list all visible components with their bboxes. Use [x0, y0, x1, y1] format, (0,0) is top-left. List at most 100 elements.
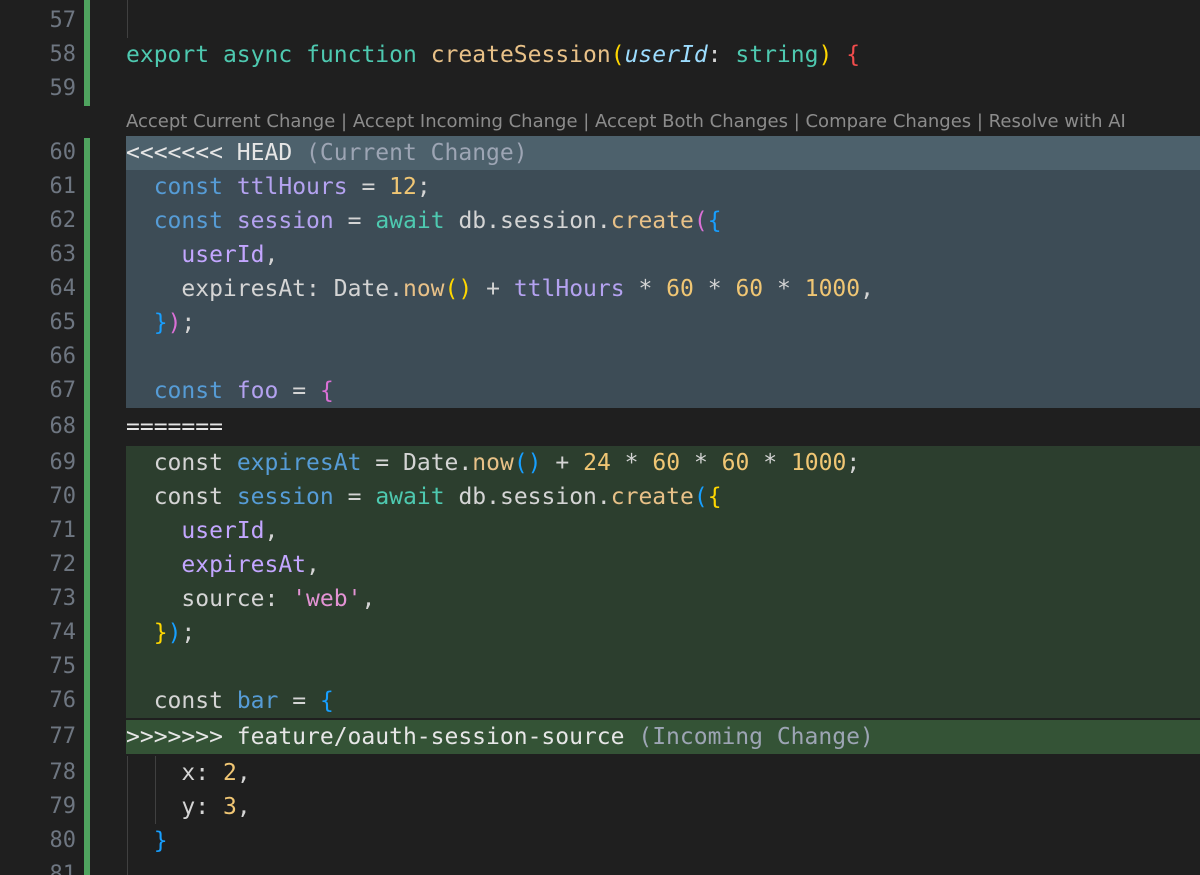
code-line[interactable]: 70 const session = await db.session.crea… [0, 480, 1200, 514]
code-text[interactable]: const foo = { [126, 374, 1200, 408]
code-text[interactable]: x: 2, [126, 756, 1200, 790]
code-text[interactable]: expiresAt: Date.now() + ttlHours * 60 * … [126, 272, 1200, 306]
line-number: 58 [49, 42, 77, 67]
code-text[interactable]: const ttlHours = 12; [126, 170, 1200, 204]
line-number: 75 [49, 654, 77, 679]
object-token: db.session. [458, 208, 611, 234]
line-number: 76 [49, 688, 77, 713]
operator-token: + [486, 276, 500, 302]
code-text[interactable]: const expiresAt = Date.now() + 24 * 60 *… [126, 446, 1200, 480]
number-token: 60 [652, 450, 681, 476]
code-line[interactable]: 78 x: 2, [0, 756, 1200, 790]
code-line[interactable]: 69 const expiresAt = Date.now() + 24 * 6… [0, 446, 1200, 480]
code-line[interactable]: 81 [0, 858, 1200, 875]
conflict-marker-token: >>>>>>> feature/oauth-session-source [126, 724, 625, 750]
punctuation-token: , [860, 276, 874, 302]
keyword-token: const [153, 378, 223, 404]
code-line[interactable]: 62 const session = await db.session.crea… [0, 204, 1200, 238]
punctuation-token: , [236, 760, 251, 786]
compare-changes-button[interactable]: Compare Changes [805, 111, 971, 132]
method-token: create [610, 208, 694, 234]
code-text[interactable]: >>>>>>> feature/oauth-session-source (In… [126, 720, 1200, 754]
paren-token: ) [167, 620, 182, 646]
keyword-token: const [153, 174, 223, 200]
line-number: 69 [49, 450, 77, 475]
number-token: 12 [389, 174, 417, 200]
codelens-separator: | [335, 111, 353, 132]
code-line[interactable]: 61 const ttlHours = 12; [0, 170, 1200, 204]
property-token: userId [181, 242, 265, 268]
code-line[interactable]: 71 userId, [0, 514, 1200, 548]
code-text[interactable]: <<<<<<< HEAD (Current Change) [126, 136, 1200, 170]
number-token: 3 [222, 794, 237, 820]
code-text[interactable]: userId, [126, 238, 1200, 272]
code-text[interactable]: }); [126, 616, 1200, 650]
brace-token: } [153, 620, 168, 646]
code-text[interactable]: source: 'web', [126, 582, 1200, 616]
punctuation-token: ; [181, 310, 196, 336]
code-text[interactable]: userId, [126, 514, 1200, 548]
string-token: 'web' [292, 586, 362, 612]
conflict-current-header-line[interactable]: 60 <<<<<<< HEAD (Current Change) [0, 136, 1200, 170]
code-text[interactable]: }); [126, 306, 1200, 340]
line-number: 60 [49, 140, 77, 165]
code-line[interactable]: 72 expiresAt, [0, 548, 1200, 582]
code-editor[interactable]: 57 58 export async function createSessio… [0, 0, 1200, 875]
punctuation-token: , [264, 518, 279, 544]
code-line[interactable]: 64 expiresAt: Date.now() + ttlHours * 60… [0, 272, 1200, 306]
code-line[interactable]: 58 export async function createSession(u… [0, 38, 1200, 72]
brace-token: } [153, 828, 168, 854]
code-line[interactable]: 65 }); [0, 306, 1200, 340]
indent-guide [127, 756, 128, 875]
line-number: 77 [49, 724, 77, 749]
punctuation-token: ; [416, 174, 431, 200]
code-line[interactable]: 59 [0, 72, 1200, 106]
current-change-label: (Current Change) [306, 140, 528, 166]
conflict-separator-line[interactable]: 68 ======= [0, 410, 1200, 444]
conflict-marker-token: <<<<<<< HEAD [126, 140, 293, 166]
operator-token: * [763, 450, 778, 476]
conflict-incoming-header-line[interactable]: 77 >>>>>>> feature/oauth-session-source … [0, 720, 1200, 754]
code-text[interactable]: const session = await db.session.create(… [126, 204, 1200, 238]
resolve-with-ai-button[interactable]: Resolve with AI [989, 111, 1126, 132]
code-line[interactable]: 76 const bar = { [0, 684, 1200, 718]
line-number: 79 [49, 794, 77, 819]
code-line[interactable]: 73 source: 'web', [0, 582, 1200, 616]
code-line[interactable]: 79 y: 3, [0, 790, 1200, 824]
number-token: 24 [583, 450, 611, 476]
code-line[interactable]: 74 }); [0, 616, 1200, 650]
code-text[interactable]: } [126, 824, 1200, 858]
punctuation-token: : [707, 42, 722, 68]
code-line[interactable]: 80 } [0, 824, 1200, 858]
variable-token: session [236, 484, 334, 510]
code-text[interactable]: const session = await db.session.create(… [126, 480, 1200, 514]
accept-current-change-button[interactable]: Accept Current Change [126, 111, 335, 132]
type-token: string [735, 42, 819, 68]
code-text[interactable]: const bar = { [126, 684, 1200, 718]
code-text[interactable]: export async function createSession(user… [126, 38, 1200, 72]
line-number: 81 [49, 862, 77, 875]
brace-token: } [153, 310, 168, 336]
code-line[interactable]: 67 const foo = { [0, 374, 1200, 408]
accept-incoming-change-button[interactable]: Accept Incoming Change [353, 111, 578, 132]
brace-token: { [707, 208, 722, 234]
accept-both-changes-button[interactable]: Accept Both Changes [595, 111, 788, 132]
code-line[interactable]: 66 [0, 340, 1200, 374]
code-text[interactable]: y: 3, [126, 790, 1200, 824]
property-key-token: source: [181, 586, 279, 612]
variable-token: ttlHours [236, 174, 348, 200]
brace-token: { [319, 378, 334, 404]
operator-token: = [361, 174, 376, 200]
punctuation-token: ; [181, 620, 196, 646]
code-text[interactable]: ======= [126, 410, 1200, 444]
operator-token: + [555, 450, 570, 476]
code-line[interactable]: 57 [0, 4, 1200, 38]
operator-token: * [777, 276, 791, 302]
line-number: 57 [49, 8, 77, 33]
code-line[interactable]: 63 userId, [0, 238, 1200, 272]
variable-token: bar [236, 688, 279, 714]
number-token: 2 [222, 760, 237, 786]
code-line[interactable]: 75 [0, 650, 1200, 684]
keyword-token: export [126, 42, 210, 68]
code-text[interactable]: expiresAt, [126, 548, 1200, 582]
